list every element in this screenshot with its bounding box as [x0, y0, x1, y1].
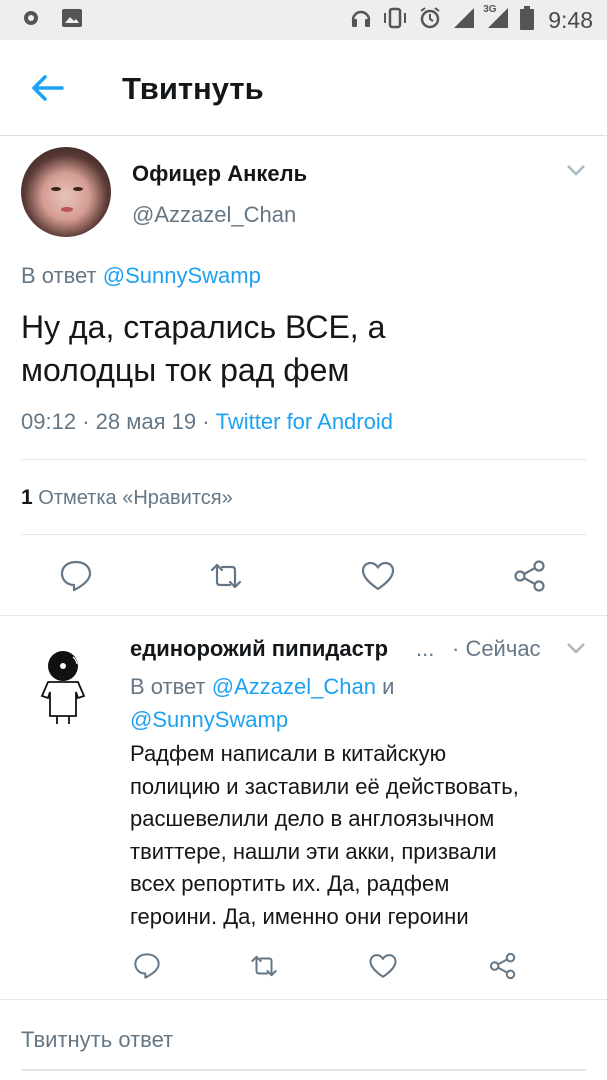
- settings-gear-icon: [22, 9, 40, 32]
- like-heart-icon[interactable]: [360, 558, 396, 594]
- reply-icon[interactable]: [132, 951, 162, 981]
- tweet-meta: 09:12 · 28 мая 19 · Twitter for Android: [21, 409, 393, 435]
- reply-prefix: В ответ: [21, 263, 97, 288]
- likes-count: 1: [21, 486, 33, 509]
- meta-separator: ·: [82, 409, 90, 434]
- compose-underline: [21, 1069, 586, 1071]
- avatar-eye: [51, 187, 61, 191]
- alarm-icon: [418, 6, 442, 35]
- divider: [0, 615, 607, 616]
- likes-stat[interactable]: 1 Отметка «Нравится»: [21, 486, 233, 510]
- signal-icon: [452, 7, 476, 34]
- tweet-text-line: расшевелили дело в англоязычном: [130, 806, 495, 831]
- author-name[interactable]: Офицер Анкель: [132, 161, 307, 187]
- avatar-mouth: [61, 207, 73, 212]
- reply-joiner: и: [382, 674, 395, 699]
- tweet-text-line: Ну да, старались ВСЕ, а: [21, 309, 386, 345]
- reply-icon[interactable]: [58, 558, 94, 594]
- reply-prefix: В ответ: [130, 674, 206, 699]
- tweet-client-link[interactable]: Twitter for Android: [216, 409, 393, 434]
- share-icon[interactable]: [488, 951, 518, 981]
- status-bar: 3G 9:48: [0, 0, 607, 40]
- tweet-text-line: Радфем написали в китайскую: [130, 741, 447, 766]
- headphones-icon: [350, 7, 372, 34]
- avatar-eye: [73, 187, 83, 191]
- tweet-text-line: молодцы ток рад фем: [21, 352, 350, 388]
- battery-icon: [520, 6, 535, 35]
- meta-separator: ·: [202, 409, 210, 434]
- vibrate-icon: [382, 7, 408, 34]
- tweet-text: Радфем написали в китайскую полицию и за…: [130, 738, 600, 933]
- signal-3g-icon: 3G: [483, 4, 510, 34]
- author-handle[interactable]: @Azzazel_Chan: [132, 202, 296, 228]
- arrow-left-icon[interactable]: [28, 70, 68, 106]
- tweet-text-line: всех репортить их. Да, радфем: [130, 871, 450, 896]
- divider: [21, 534, 586, 535]
- tweet-text-line: твиттере, нашли эти акки, призвали: [130, 838, 497, 864]
- tweet-date: 28 мая 19: [95, 409, 197, 434]
- name-truncation: ...: [416, 636, 435, 661]
- tweet-text-line: героини. Да, именно они героини: [130, 903, 469, 929]
- tweet-time: · Сейчас: [452, 636, 541, 661]
- likes-label: Отметка «Нравится»: [38, 487, 233, 509]
- reply-compose-input[interactable]: Твитнуть ответ: [21, 1027, 173, 1053]
- author-name[interactable]: единорожий пипидастр: [130, 636, 388, 662]
- app-bar: Твитнуть: [0, 40, 607, 136]
- like-heart-icon[interactable]: [368, 951, 398, 981]
- page-title: Твитнуть: [122, 71, 264, 106]
- chevron-down-icon[interactable]: [566, 641, 586, 659]
- reply-context: В ответ @SunnySwamp: [21, 263, 261, 289]
- avatar[interactable]: [30, 648, 96, 724]
- tweet-text: Ну да, старались ВСЕ, а молодцы ток рад …: [21, 306, 581, 392]
- reply-mention[interactable]: @SunnySwamp: [130, 707, 288, 732]
- image-icon: [62, 9, 82, 32]
- divider: [21, 459, 586, 460]
- avatar[interactable]: [21, 147, 111, 237]
- retweet-icon[interactable]: [249, 951, 279, 981]
- tweet-time: 09:12: [21, 409, 77, 434]
- status-time: 9:48: [548, 7, 593, 33]
- reply-mention[interactable]: @Azzazel_Chan: [212, 674, 376, 699]
- divider: [0, 999, 607, 1000]
- retweet-icon[interactable]: [208, 558, 244, 594]
- tweet-text-line: полицию и заставили её действовать,: [130, 773, 519, 799]
- chevron-down-icon[interactable]: [566, 163, 586, 181]
- reply-mention[interactable]: @SunnySwamp: [103, 263, 261, 288]
- share-icon[interactable]: [512, 558, 548, 594]
- reply-context: В ответ @Azzazel_Chan и @SunnySwamp: [130, 670, 570, 736]
- network-type-label: 3G: [483, 4, 497, 15]
